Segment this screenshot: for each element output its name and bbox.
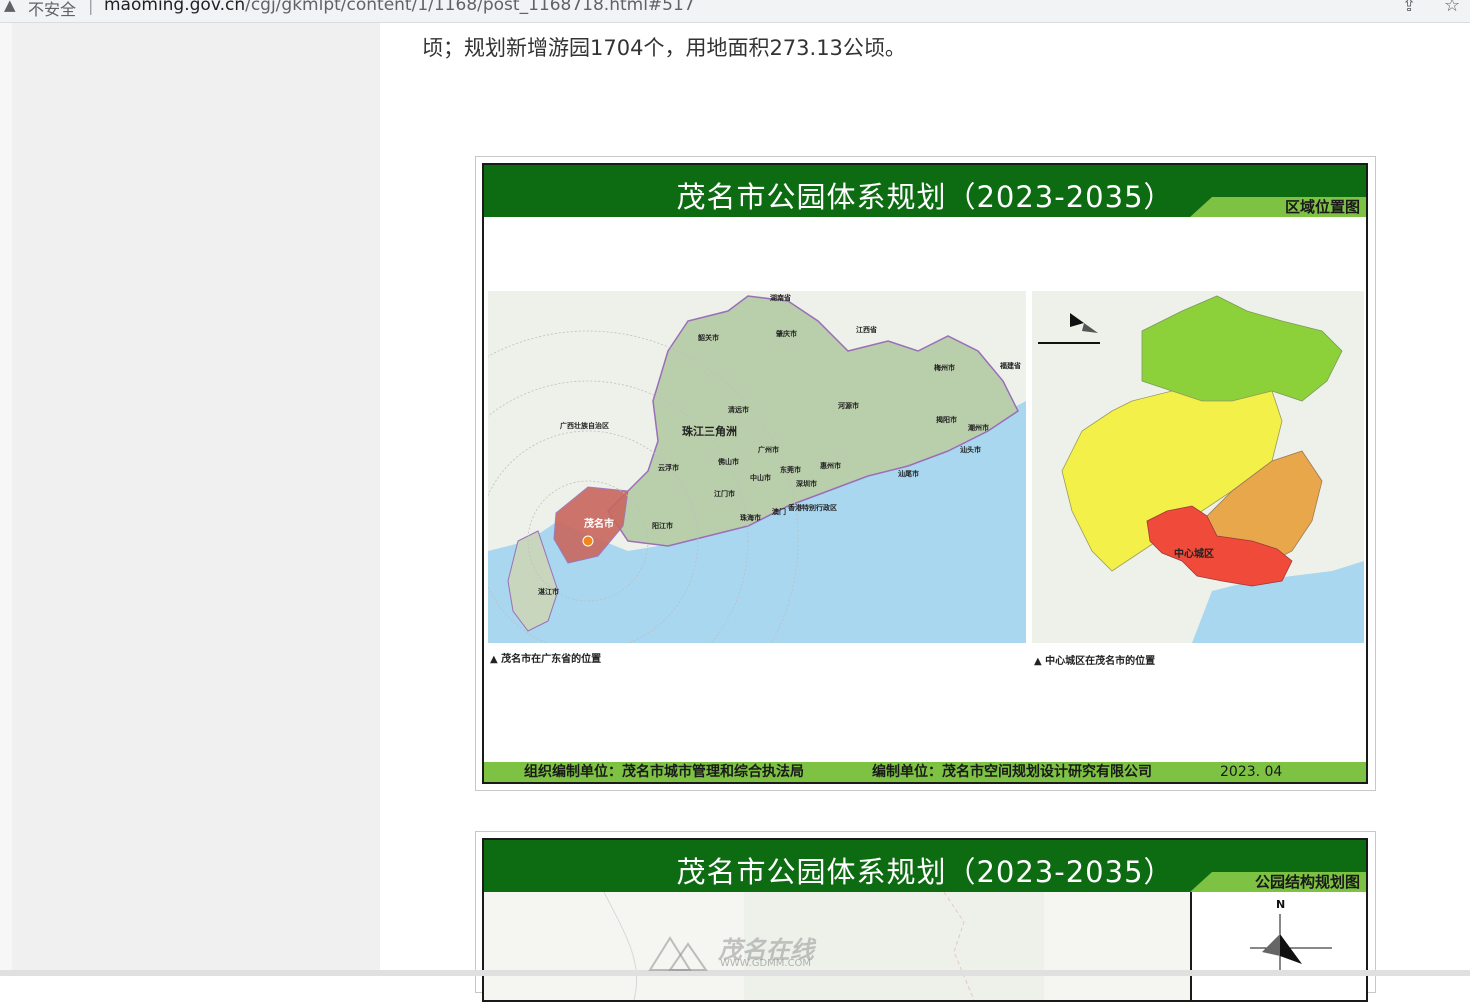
warning-icon[interactable]: ▲	[4, 0, 16, 14]
article-paragraph: 顷；规划新增游园1704个，用地面积273.13公顷。	[422, 36, 906, 60]
page-sidebar	[12, 23, 380, 976]
watermark-url: WWW.GDMM.COM	[720, 958, 812, 969]
footer-organizer: 组织编制单位：茂名市城市管理和综合执法局	[524, 764, 804, 780]
label-hongkong: 香港特别行政区	[788, 504, 837, 512]
label-maoming: 茂名市	[584, 519, 614, 530]
north-label: N	[1276, 898, 1286, 911]
plate-footer: 组织编制单位：茂名市城市管理和综合执法局 编制单位：茂名市空间规划设计研究有限公…	[484, 762, 1366, 782]
right-map-caption: ▲ 中心城区在茂名市的位置	[1034, 656, 1156, 667]
map-plate-location[interactable]: 茂名市公园体系规划（2023-2035） 区域位置图 茂名市 珠江三角洲 湖南省…	[475, 156, 1376, 791]
share-icon[interactable]: ⇪	[1402, 0, 1416, 16]
plate-subtitle: 公园结构规划图	[1254, 873, 1360, 891]
plate-header: 茂名市公园体系规划（2023-2035） 公园结构规划图	[484, 840, 1366, 892]
bookmark-star-icon[interactable]: ☆	[1444, 0, 1460, 16]
label-jiangxi: 江西省	[856, 326, 877, 334]
browser-address-bar[interactable]: ▲ 不安全 | maoming.gov.cn/cgj/gkmlpt/conten…	[0, 0, 1470, 23]
label-jieyang: 揭阳市	[936, 416, 957, 424]
label-qingyuan: 清远市	[728, 406, 749, 414]
label-dongguan: 东莞市	[780, 466, 801, 474]
guangdong-map-graphic	[488, 291, 1026, 643]
label-macau: 澳门	[772, 508, 786, 516]
label-zhuhai: 珠海市	[740, 514, 761, 522]
url-separator: |	[88, 0, 94, 15]
label-hunan: 湖南省	[770, 294, 791, 302]
maoming-center-map: 中心城区	[1032, 291, 1364, 643]
url-text[interactable]: maoming.gov.cn/cgj/gkmlpt/content/1/1168…	[104, 0, 695, 15]
label-shantou: 汕头市	[960, 446, 981, 454]
security-label[interactable]: 不安全	[28, 0, 76, 20]
footer-compiler: 编制单位：茂名市空间规划设计研究有限公司	[872, 764, 1152, 780]
label-guangxi: 广西壮族自治区	[560, 422, 609, 430]
plate-header: 茂名市公园体系规划（2023-2035） 区域位置图	[484, 165, 1366, 217]
label-prd: 珠江三角洲	[682, 425, 737, 438]
watermark-logo-icon	[648, 936, 708, 971]
maoming-map-graphic	[1032, 291, 1364, 643]
left-map-caption: ▲ 茂名市在广东省的位置	[490, 654, 602, 665]
label-zhongshan: 中山市	[750, 474, 771, 482]
plate-subtitle: 区域位置图	[1284, 198, 1360, 216]
label-zhanjiang: 湛江市	[538, 588, 559, 596]
plate-frame: 茂名市公园体系规划（2023-2035） 区域位置图 茂名市 珠江三角洲 湖南省…	[482, 163, 1368, 784]
plate-frame: 茂名市公园体系规划（2023-2035） 公园结构规划图 N	[482, 838, 1368, 1002]
plate-subtitle-tag: 区域位置图	[1190, 197, 1366, 217]
legend-panel: N	[1190, 892, 1366, 1000]
guangdong-location-map: 茂名市 珠江三角洲 湖南省 江西省 福建省 广西壮族自治区 湛江市 阳江市 韶关…	[488, 291, 1026, 643]
site-watermark: 茂名在线 WWW.GDMM.COM	[640, 930, 840, 974]
label-shanwei: 汕尾市	[898, 470, 919, 478]
label-foshan: 佛山市	[718, 458, 739, 466]
map-plate-structure[interactable]: 茂名市公园体系规划（2023-2035） 公园结构规划图 N	[475, 831, 1376, 1002]
label-shaoguan: 韶关市	[698, 334, 719, 342]
label-yangjiang: 阳江市	[652, 522, 673, 530]
label-heyuan-n: 肇庆市	[776, 330, 797, 338]
plate-subtitle-tag: 公园结构规划图	[1190, 872, 1366, 892]
label-jiangmen: 江门市	[714, 490, 735, 498]
footer-date: 2023. 04	[1220, 764, 1283, 780]
label-fujian: 福建省	[1000, 362, 1021, 370]
center-city-label: 中心城区	[1174, 549, 1214, 560]
label-guangzhou: 广州市	[758, 446, 779, 454]
label-heyuan: 河源市	[838, 402, 859, 410]
label-yunfu: 云浮市	[658, 464, 679, 472]
label-meizhou: 梅州市	[934, 364, 955, 372]
window-left-gutter	[0, 23, 12, 976]
label-shenzhen: 深圳市	[796, 480, 817, 488]
label-huizhou: 惠州市	[820, 462, 841, 470]
url-domain: maoming.gov.cn	[104, 0, 246, 15]
label-chaozhou: 潮州市	[968, 424, 989, 432]
url-path: /cgj/gkmlpt/content/1/1168/post_1168718.…	[245, 0, 695, 15]
